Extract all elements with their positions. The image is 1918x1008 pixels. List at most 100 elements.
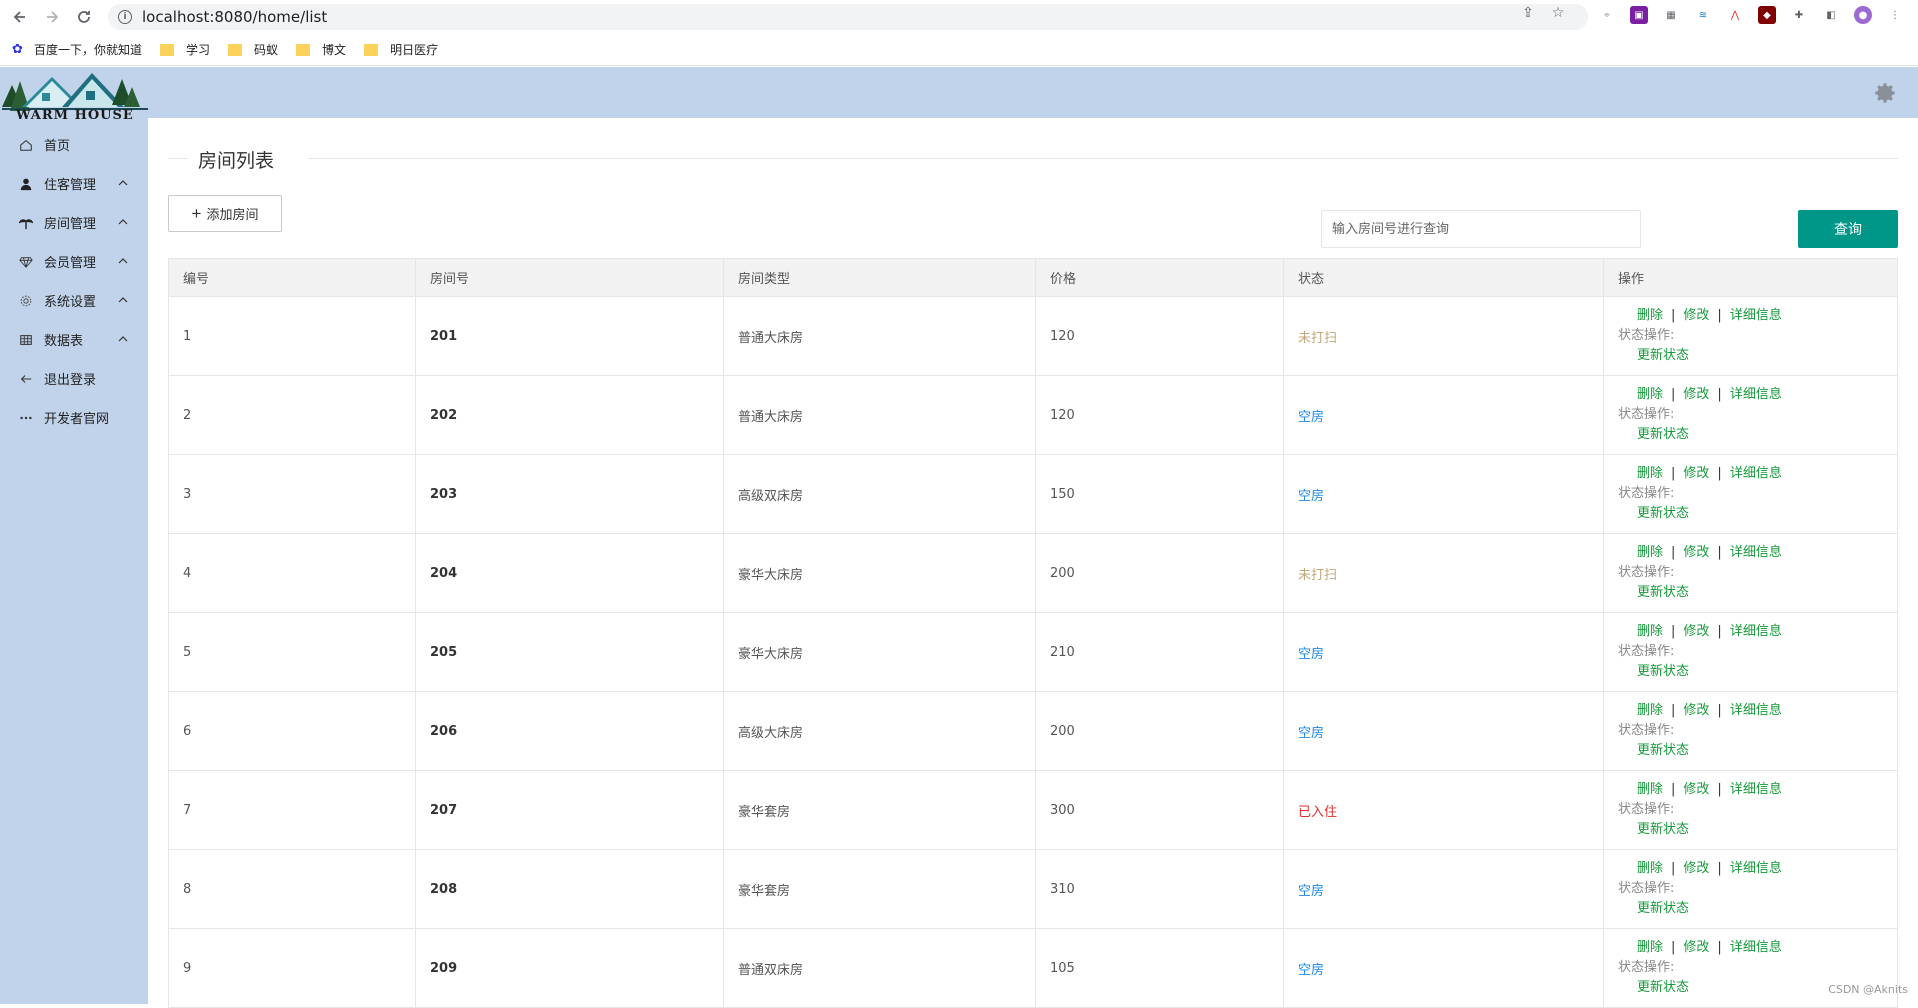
delete-link[interactable]: 删除 bbox=[1637, 387, 1663, 402]
add-room-label: 添加房间 bbox=[206, 207, 259, 222]
cell-actions: 删除 | 修改 | 详细信息 状态操作: 更新状态 bbox=[1603, 770, 1898, 850]
edit-link[interactable]: 修改 bbox=[1683, 466, 1709, 481]
edit-link[interactable]: 修改 bbox=[1683, 940, 1709, 955]
update-status-link[interactable]: 更新状态 bbox=[1618, 425, 1897, 445]
cell-id: 5 bbox=[168, 612, 416, 692]
update-status-link[interactable]: 更新状态 bbox=[1618, 741, 1897, 761]
delete-link[interactable]: 删除 bbox=[1637, 861, 1663, 876]
sidebar-item-logout[interactable]: 退出登录 bbox=[0, 359, 148, 398]
folder-icon bbox=[296, 43, 311, 56]
cell-room-type: 豪华大床房 bbox=[723, 533, 1036, 613]
ext-grid-icon[interactable]: ▦ bbox=[1662, 6, 1680, 24]
cell-price: 200 bbox=[1035, 691, 1284, 771]
sidebar-item-home[interactable]: 首页 bbox=[0, 125, 148, 164]
ext-red-icon[interactable]: ⋀ bbox=[1726, 6, 1744, 24]
extensions-icon[interactable]: ✚ bbox=[1790, 6, 1808, 24]
detail-link[interactable]: 详细信息 bbox=[1730, 782, 1782, 797]
app-header bbox=[0, 67, 1918, 118]
delete-link[interactable]: 删除 bbox=[1637, 940, 1663, 955]
delete-link[interactable]: 删除 bbox=[1637, 308, 1663, 323]
edit-link[interactable]: 修改 bbox=[1683, 624, 1709, 639]
sidepanel-icon[interactable]: ◧ bbox=[1822, 6, 1840, 24]
cell-actions: 删除 | 修改 | 详细信息 状态操作: 更新状态 bbox=[1603, 612, 1898, 692]
add-room-button[interactable]: + 添加房间 bbox=[168, 195, 282, 232]
settings-gear-icon[interactable] bbox=[1872, 80, 1898, 106]
back-icon[interactable] bbox=[8, 5, 32, 29]
update-status-link[interactable]: 更新状态 bbox=[1618, 899, 1897, 919]
sidebar-item-guests[interactable]: 住客管理 bbox=[0, 164, 148, 203]
sidebar-item-label: 开发者官网 bbox=[44, 412, 110, 427]
update-status-link[interactable]: 更新状态 bbox=[1618, 346, 1897, 366]
delete-link[interactable]: 删除 bbox=[1637, 703, 1663, 718]
cell-price: 105 bbox=[1035, 928, 1284, 1008]
detail-link[interactable]: 详细信息 bbox=[1730, 861, 1782, 876]
delete-link[interactable]: 删除 bbox=[1637, 624, 1663, 639]
col-header: 房间类型 bbox=[723, 258, 1036, 297]
detail-link[interactable]: 详细信息 bbox=[1730, 387, 1782, 402]
room-search-input[interactable] bbox=[1321, 210, 1641, 248]
browser-toolbar: i localhost:8080/home/list ⇪ ☆ ⌖ ▣ ▦ ≋ ⋀… bbox=[0, 0, 1918, 34]
cell-status: 已入住 bbox=[1283, 770, 1604, 850]
detail-link[interactable]: 详细信息 bbox=[1730, 466, 1782, 481]
state-op-label: 状态操作: bbox=[1618, 486, 1675, 501]
bookmark-baidu[interactable]: ✿ 百度一下，你就知道 bbox=[12, 41, 142, 58]
info-icon[interactable]: i bbox=[118, 10, 132, 24]
chevron-up-icon bbox=[118, 180, 128, 186]
detail-link[interactable]: 详细信息 bbox=[1730, 624, 1782, 639]
room-table: 编号 房间号 房间类型 价格 状态 操作 1 201 普通大床房 120 未打扫… bbox=[168, 258, 1898, 1008]
edit-link[interactable]: 修改 bbox=[1683, 545, 1709, 560]
table-row: 5 205 豪华大床房 210 空房 删除 | 修改 | 详细信息 状态操作: 更新状态 bbox=[168, 612, 1898, 692]
sidebar-item-settings[interactable]: 系统设置 bbox=[0, 281, 148, 320]
menu-dots-icon[interactable]: ⋮ bbox=[1886, 6, 1904, 24]
edit-link[interactable]: 修改 bbox=[1683, 387, 1709, 402]
bookmark-mingri[interactable]: 明日医疗 bbox=[364, 41, 438, 58]
delete-link[interactable]: 删除 bbox=[1637, 782, 1663, 797]
sidebar-item-rooms[interactable]: 房间管理 bbox=[0, 203, 148, 242]
detail-link[interactable]: 详细信息 bbox=[1730, 308, 1782, 323]
reload-icon[interactable] bbox=[72, 5, 96, 29]
sidebar-item-label: 首页 bbox=[44, 139, 71, 154]
address-bar[interactable]: i localhost:8080/home/list bbox=[108, 4, 1588, 30]
state-op-label: 状态操作: bbox=[1618, 407, 1675, 422]
sidebar-item-datatable[interactable]: 数据表 bbox=[0, 320, 148, 359]
update-status-link[interactable]: 更新状态 bbox=[1618, 820, 1897, 840]
update-status-link[interactable]: 更新状态 bbox=[1618, 504, 1897, 524]
chevron-up-icon bbox=[118, 297, 128, 303]
cell-status: 空房 bbox=[1283, 849, 1604, 929]
update-status-link[interactable]: 更新状态 bbox=[1618, 662, 1897, 682]
forward-icon[interactable] bbox=[40, 5, 64, 29]
cell-actions: 删除 | 修改 | 详细信息 状态操作: 更新状态 bbox=[1603, 296, 1898, 376]
table-row: 9 209 普通双床房 105 空房 删除 | 修改 | 详细信息 状态操作: 更新状态 bbox=[168, 928, 1898, 1008]
url-text: localhost:8080/home/list bbox=[142, 8, 328, 26]
sidebar-item-devsite[interactable]: 开发者官网 bbox=[0, 398, 148, 437]
edit-link[interactable]: 修改 bbox=[1683, 703, 1709, 718]
bookmark-mayi[interactable]: 码蚁 bbox=[228, 41, 278, 58]
detail-link[interactable]: 详细信息 bbox=[1730, 940, 1782, 955]
bookmark-study[interactable]: 学习 bbox=[160, 41, 210, 58]
cell-status: 空房 bbox=[1283, 612, 1604, 692]
detail-link[interactable]: 详细信息 bbox=[1730, 545, 1782, 560]
edit-link[interactable]: 修改 bbox=[1683, 782, 1709, 797]
cell-room-number: 202 bbox=[415, 375, 724, 455]
delete-link[interactable]: 删除 bbox=[1637, 466, 1663, 481]
star-icon[interactable]: ☆ bbox=[1550, 5, 1566, 21]
sidebar-item-members[interactable]: 会员管理 bbox=[0, 242, 148, 281]
user-icon bbox=[18, 176, 34, 192]
search-button[interactable]: 查询 bbox=[1798, 210, 1898, 248]
share-icon[interactable]: ⇪ bbox=[1520, 5, 1536, 21]
ext-layers-icon[interactable]: ≋ bbox=[1694, 6, 1712, 24]
cursor-ext-icon[interactable]: ⌖ bbox=[1598, 6, 1616, 24]
ublock-icon[interactable]: ◆ bbox=[1758, 6, 1776, 24]
sidebar-item-label: 数据表 bbox=[44, 334, 84, 349]
detail-link[interactable]: 详细信息 bbox=[1730, 703, 1782, 718]
update-status-link[interactable]: 更新状态 bbox=[1618, 583, 1897, 603]
cell-status: 空房 bbox=[1283, 928, 1604, 1008]
bookmark-bowen[interactable]: 博文 bbox=[296, 41, 346, 58]
profile-avatar[interactable]: ● bbox=[1854, 6, 1872, 24]
edit-link[interactable]: 修改 bbox=[1683, 308, 1709, 323]
more-icon bbox=[18, 410, 34, 426]
delete-link[interactable]: 删除 bbox=[1637, 545, 1663, 560]
cell-status: 未打扫 bbox=[1283, 296, 1604, 376]
edit-link[interactable]: 修改 bbox=[1683, 861, 1709, 876]
ext-purple-icon[interactable]: ▣ bbox=[1630, 6, 1648, 24]
